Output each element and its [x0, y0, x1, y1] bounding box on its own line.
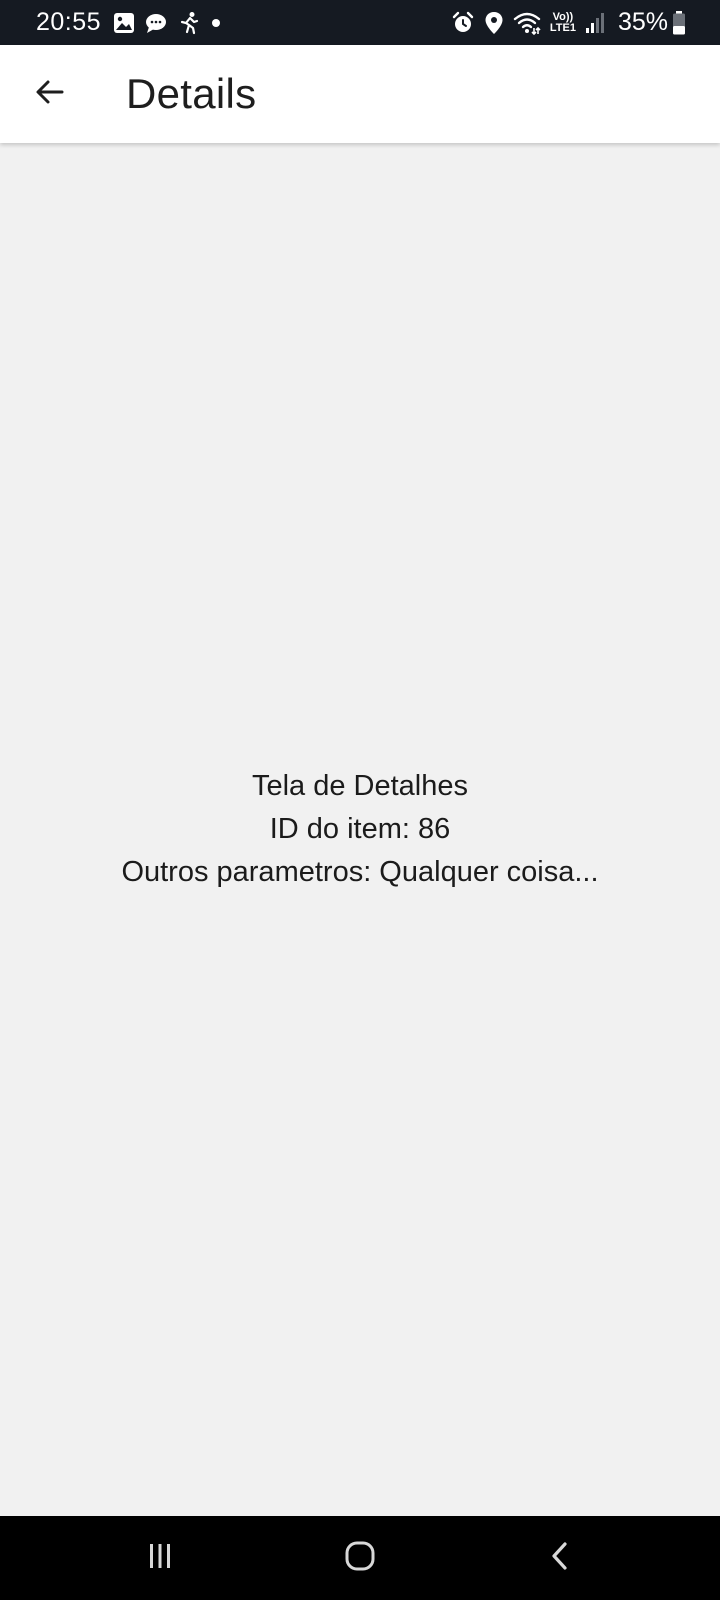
wifi-icon [513, 11, 541, 35]
signal-icon [585, 12, 605, 34]
battery-percent: 35% [617, 8, 668, 36]
other-params-text: Outros parametros: Qualquer coisa... [121, 856, 599, 888]
home-button[interactable] [315, 1523, 405, 1593]
back-nav-button[interactable] [515, 1523, 605, 1593]
status-time: 20:55 [36, 8, 102, 36]
page-title: Details [126, 70, 257, 117]
chat-bubble-icon [144, 12, 168, 34]
status-bar-left: 20:55 [36, 8, 231, 37]
app-bar: Details [0, 45, 720, 143]
running-person-icon [177, 11, 201, 35]
volte-label: Vo)) [552, 10, 574, 23]
back-button[interactable] [20, 64, 80, 124]
navigation-bar [0, 1516, 720, 1600]
recent-apps-icon [145, 1541, 175, 1576]
status-bar: 20:55 Vo)) LTE1 35% [0, 0, 720, 45]
battery-icon [672, 10, 686, 35]
home-icon [344, 1540, 376, 1577]
lte-label: LTE1 [549, 21, 576, 34]
screen-heading: Tela de Detalhes [251, 770, 469, 802]
arrow-back-icon [34, 76, 66, 113]
location-pin-icon [484, 11, 504, 35]
details-content: Tela de Detalhes ID do item: 86 Outros p… [0, 143, 720, 1516]
status-bar-right: Vo)) LTE1 35% [451, 8, 686, 37]
volte-lte-icon: Vo)) LTE1 [549, 10, 576, 34]
gallery-icon [113, 12, 135, 34]
item-id-text: ID do item: 86 [269, 813, 451, 845]
notification-dot-icon [210, 17, 222, 29]
alarm-icon [451, 11, 475, 35]
back-nav-icon [546, 1540, 574, 1577]
recent-apps-button[interactable] [115, 1523, 205, 1593]
